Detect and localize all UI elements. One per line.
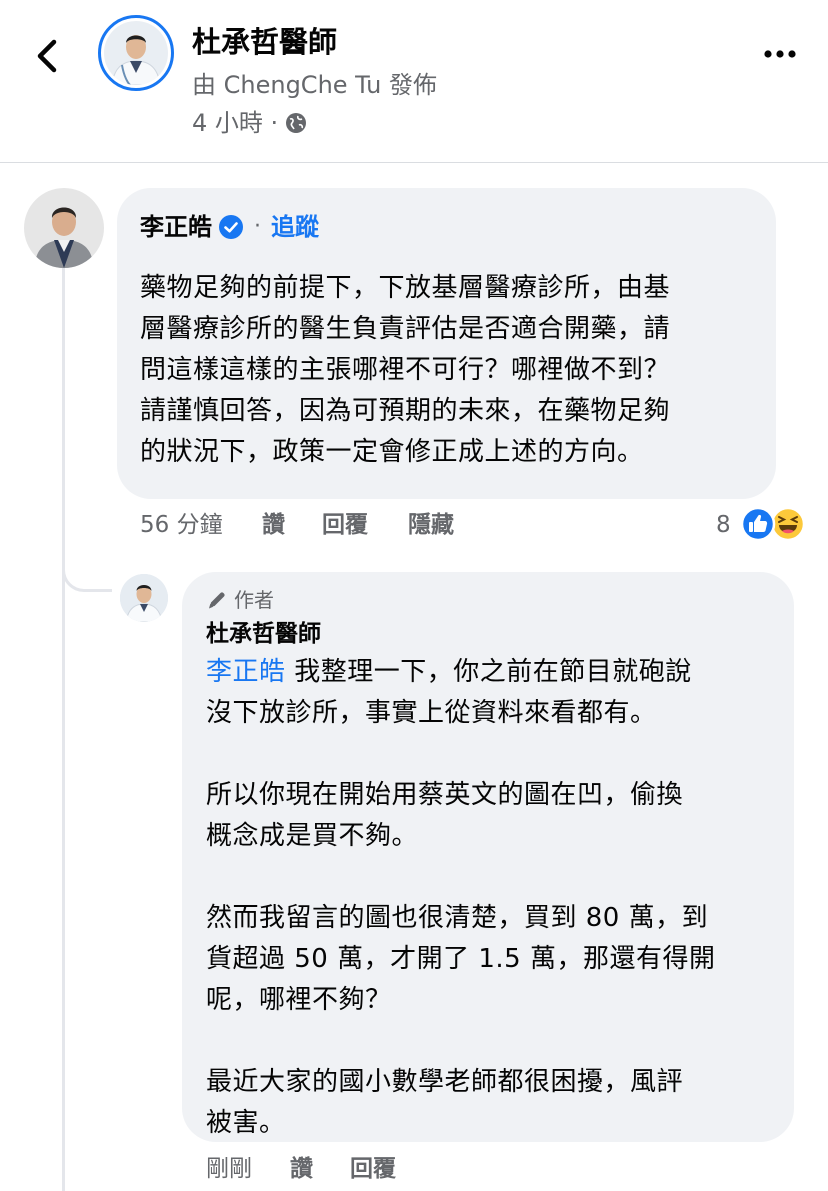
posted-by-text: 由 ChengChe Tu 發佈 <box>192 71 438 99</box>
reply-line: 我整理一下，你之前在節目就砲說 <box>285 657 692 687</box>
comment-line: 藥物足夠的前提下，下放基層醫療診所，由基 <box>140 273 671 303</box>
reply-line <box>206 734 781 775</box>
comment-line: 請謹慎回答，因為可預期的未來，在藥物足夠 <box>140 396 671 426</box>
reaction-count[interactable]: 8 <box>716 508 731 542</box>
mention-link[interactable]: 李正皓 <box>206 657 286 687</box>
reply-line: 所以你現在開始用蔡英文的圖在凹，偷換 <box>206 780 684 810</box>
reply-button[interactable]: 回覆 <box>322 508 368 542</box>
author-badge-label: 作者 <box>234 588 274 612</box>
reply-line: 然而我留言的圖也很清楚，買到 80 萬，到 <box>206 903 709 933</box>
globe-icon <box>286 113 307 133</box>
comment-line: 的狀況下，政策一定會修正成上述的方向。 <box>140 437 644 467</box>
reply-line: 最近大家的國小數學老師都很困擾，風評 <box>206 1067 684 1097</box>
reply-line: 沒下放診所，事實上從資料來看都有。 <box>206 698 657 728</box>
reply-line: 呢，哪裡不夠？ <box>206 985 392 1015</box>
author-badge: 作者 <box>206 586 274 614</box>
separator-dot: · <box>254 214 261 239</box>
comment-text: 藥物足夠的前提下，下放基層醫療診所，由基 層醫療診所的醫生負責評估是否適合開藥，… <box>140 268 760 473</box>
reply-text: 李正皓 我整理一下，你之前在節目就砲說 沒下放診所，事實上從資料來看都有。 所以… <box>206 652 781 1144</box>
thread-connector <box>62 548 112 592</box>
reply-line <box>206 857 781 898</box>
verified-badge-icon <box>219 215 243 239</box>
reply-line: 貨超過 50 萬，才開了 1.5 萬，那還有得開 <box>206 944 716 974</box>
more-options-icon[interactable] <box>760 46 800 62</box>
back-chevron-icon[interactable] <box>30 36 66 76</box>
post-time-text: 4 小時 · <box>192 109 279 137</box>
comment-line: 問這樣這樣的主張哪裡不可行？哪裡做不到？ <box>140 355 671 385</box>
comment-line: 層醫療診所的醫生負責評估是否適合開藥，請 <box>140 314 671 344</box>
post-time: 4 小時 · <box>192 106 308 140</box>
doctor-small-portrait-icon <box>120 574 168 622</box>
like-reaction-icon[interactable] <box>740 506 776 542</box>
reply-author-name[interactable]: 杜承哲醫師 <box>206 617 321 651</box>
reply-first-line: 李正皓 我整理一下，你之前在節目就砲說 <box>206 652 781 693</box>
reply-author-avatar[interactable] <box>120 574 168 622</box>
comment-timestamp[interactable]: 56 分鐘 <box>140 508 223 542</box>
commenter-portrait-icon <box>24 188 104 268</box>
header-divider <box>0 162 828 163</box>
comment-header: 李正皓 · 追蹤 <box>140 210 319 244</box>
thread-line <box>62 268 65 1191</box>
reply-reply-button[interactable]: 回覆 <box>350 1152 396 1186</box>
page-avatar[interactable] <box>98 15 174 91</box>
page-name[interactable]: 杜承哲醫師 <box>192 22 337 62</box>
reply-line <box>206 1021 781 1062</box>
comment-author-name[interactable]: 李正皓 <box>140 210 212 244</box>
reply-like-button[interactable]: 讚 <box>290 1152 313 1186</box>
pencil-icon <box>209 592 225 609</box>
reply-line: 被害。 <box>206 1108 286 1138</box>
hide-button[interactable]: 隱藏 <box>408 508 454 542</box>
reply-line: 概念成是買不夠。 <box>206 821 419 851</box>
follow-button[interactable]: 追蹤 <box>271 210 319 244</box>
reply-timestamp[interactable]: 剛剛 <box>206 1152 252 1186</box>
doctor-portrait-icon <box>104 21 168 85</box>
like-button[interactable]: 讚 <box>262 508 285 542</box>
commenter-avatar[interactable] <box>24 188 104 268</box>
